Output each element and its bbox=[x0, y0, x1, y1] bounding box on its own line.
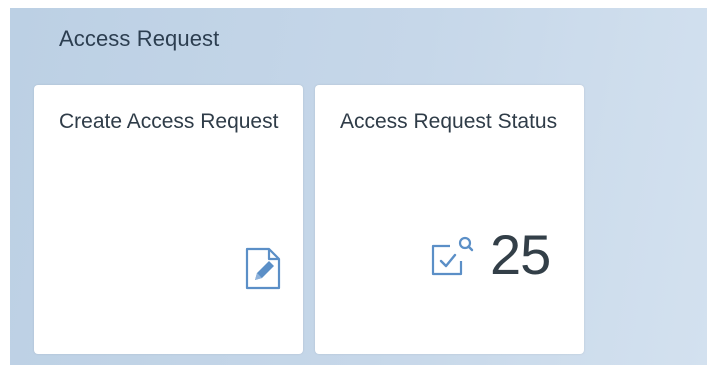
group-title: Access Request bbox=[59, 26, 220, 51]
launchpad-group: Access Request Create Access Request Acc… bbox=[10, 8, 707, 365]
request-count-value: 25 bbox=[490, 223, 551, 286]
create-access-request-tile[interactable]: Create Access Request bbox=[34, 85, 303, 354]
edit-document-icon bbox=[245, 247, 281, 290]
access-request-status-tile[interactable]: Access Request Status 25 bbox=[315, 85, 584, 354]
tile-title: Access Request Status bbox=[340, 110, 558, 133]
check-document-search-icon bbox=[431, 236, 474, 276]
tile-title: Create Access Request bbox=[59, 110, 279, 133]
